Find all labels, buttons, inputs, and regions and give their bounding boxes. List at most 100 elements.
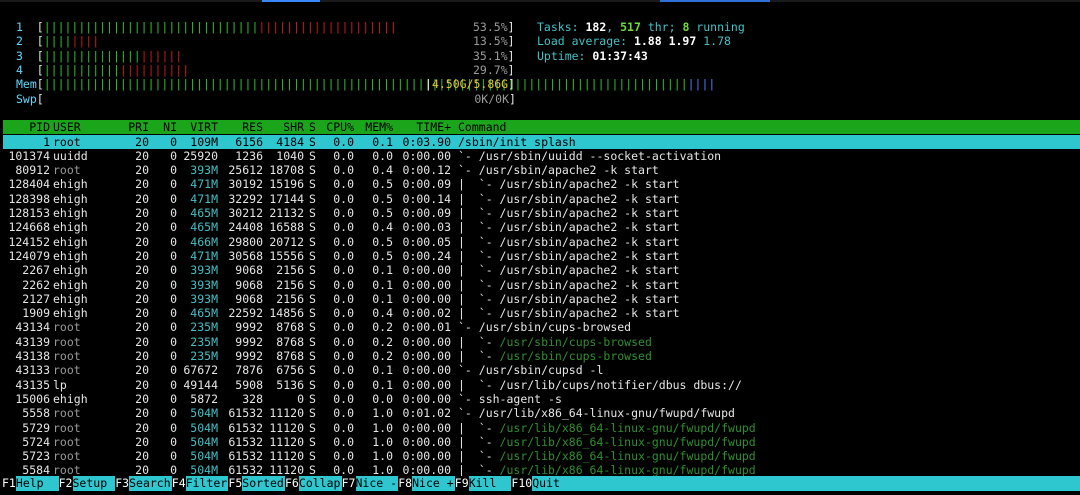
process-row[interactable]: 128404 ehigh 20 0 471M 30192 15196 S 0.0 0.5 0:00.… — [3, 177, 1080, 191]
command-text: /usr/sbin/apache2 -k start — [499, 191, 680, 206]
fkey-f4[interactable]: F4 — [171, 476, 186, 491]
process-pid: 43138 — [15, 349, 50, 363]
col-shr[interactable]: SHR — [283, 120, 304, 134]
process-row[interactable]: 2127 ehigh 20 0 393M 9068 2156 S 0.0 0.1 0:00.00 | … — [3, 292, 1080, 306]
process-user: ehigh — [53, 391, 88, 406]
process-pri: 20 — [135, 163, 149, 178]
process-row[interactable]: 1 root 20 0 109M 6156 4184 S 0.0 0.1 0:03.90/sbin/… — [3, 134, 1080, 149]
col-cpu[interactable]: CPU% — [326, 120, 354, 134]
process-row[interactable]: 43135 lp 20 0 49144 5908 5136 S 0.0 0.1 0:00.00 | `… — [3, 378, 1080, 392]
process-command: | `- /usr/lib/cups/notifier/dbus dbus:// — [458, 378, 742, 392]
process-row[interactable]: 101374 uuidd 20 0 25920 1236 1040 S 0.0 0.0 0:00.0… — [3, 149, 1080, 163]
fkey-f10-label[interactable]: Quit — [532, 476, 1080, 491]
process-pri: 20 — [135, 306, 149, 321]
process-user: ehigh — [53, 220, 88, 235]
process-res: 32292 — [228, 191, 263, 206]
process-row[interactable]: 43139 root 20 0 235M 9992 8768 S 0.0 0.2 0:00.00 | … — [3, 335, 1080, 349]
fkey-f4-label[interactable]: Filter — [185, 476, 229, 491]
process-row[interactable]: 5724 root 20 0 504M 61532 11120 S 0.0 1.0 0:00.00 |… — [3, 435, 1080, 449]
process-s: S — [309, 320, 316, 335]
fkey-f9[interactable]: F9 — [454, 476, 469, 491]
fkey-f1-label[interactable]: Help — [15, 476, 59, 491]
process-row[interactable]: 5723 root 20 0 504M 61532 11120 S 0.0 1.0 0:00.00 |… — [3, 449, 1080, 463]
fkey-f8[interactable]: F8 — [398, 476, 413, 491]
col-pri[interactable]: PRI — [128, 120, 149, 134]
process-shr: 16588 — [269, 220, 304, 235]
process-user: lp — [53, 377, 67, 392]
process-ni: 0 — [170, 277, 177, 292]
process-s: S — [309, 434, 316, 449]
fkey-f2[interactable]: F2 — [58, 476, 73, 491]
process-user: ehigh — [53, 177, 88, 192]
process-virt: 466M — [190, 234, 218, 249]
fkey-f5-label[interactable]: Sorted — [242, 476, 285, 491]
fkey-f3[interactable]: F3 — [115, 476, 130, 491]
process-row[interactable]: 2267 ehigh 20 0 393M 9068 2156 S 0.0 0.1 0:00.00 | … — [3, 263, 1080, 277]
process-shr: 8768 — [276, 349, 304, 363]
process-row[interactable]: 15006 ehigh 20 0 5872 328 0 S 0.0 0.0 0:00.00 `- ss… — [3, 392, 1080, 406]
process-time: 0:00.00 — [402, 391, 451, 406]
col-virt[interactable]: VIRT — [190, 120, 218, 134]
fkey-f7-label[interactable]: Nice - — [355, 476, 399, 491]
col-time[interactable]: TIME+ — [416, 120, 451, 134]
process-mem: 0.2 — [372, 349, 393, 363]
process-row[interactable]: 124152 ehigh 20 0 466M 29800 20712 S 0.0 0.5 0:00.… — [3, 235, 1080, 249]
process-pid: 1909 — [22, 306, 50, 321]
col-mem[interactable]: MEM% — [365, 120, 393, 134]
col-state[interactable]: S — [309, 120, 316, 134]
col-pid[interactable]: PID — [29, 120, 50, 134]
col-res[interactable]: RES — [242, 120, 263, 134]
process-ni: 0 — [170, 391, 177, 406]
fkey-f1[interactable]: F1 — [2, 476, 16, 491]
process-row[interactable]: 43138 root 20 0 235M 9992 8768 S 0.0 0.2 0:00.00 | … — [3, 349, 1080, 363]
process-shr: 18708 — [269, 163, 304, 178]
process-row[interactable]: 43134 root 20 0 235M 9992 8768 S 0.0 0.2 0:00.01 `-… — [3, 320, 1080, 334]
command-text: /usr/sbin/apache2 -k start — [499, 234, 680, 249]
process-cpu: 0.0 — [333, 306, 354, 321]
process-row[interactable]: 124668 ehigh 20 0 465M 24408 16588 S 0.0 0.4 0:00.… — [3, 220, 1080, 234]
col-ni[interactable]: NI — [163, 120, 177, 134]
process-pid: 15006 — [15, 391, 50, 406]
process-row[interactable]: 43133 root 20 0 67672 7876 6756 S 0.0 0.1 0:00.00 `… — [3, 363, 1080, 377]
fkey-f2-label[interactable]: Setup — [72, 476, 116, 491]
process-row[interactable]: 2262 ehigh 20 0 393M 9068 2156 S 0.0 0.1 0:00.00 | … — [3, 278, 1080, 292]
command-text: /usr/sbin/apache2 -k start — [499, 277, 680, 292]
col-user[interactable]: USER — [53, 120, 81, 134]
process-res: 9992 — [235, 334, 263, 349]
process-row[interactable]: 80912 root 20 0 393M 25612 18708 S 0.0 0.4 0:00.12… — [3, 163, 1080, 177]
process-virt: 465M — [190, 306, 218, 321]
mem-usage: |4.50G/5.86G] — [425, 77, 516, 92]
function-key-bar: F1 Help F2 Setup F3 Search F4 Filter F5 Sorted F6 C… — [0, 476, 1080, 491]
fkey-f9-label[interactable]: Kill — [468, 476, 512, 491]
fkey-f3-label[interactable]: Search — [129, 476, 172, 491]
process-time: 0:00.03 — [402, 220, 451, 235]
process-time: 0:00.00 — [402, 291, 451, 306]
process-cpu: 0.0 — [333, 349, 354, 363]
process-row[interactable]: 1909 ehigh 20 0 465M 22592 14856 S 0.0 0.4 0:00.02… — [3, 306, 1080, 320]
process-row[interactable]: 5558 root 20 0 504M 61532 11120 S 0.0 1.0 0:01.02 `… — [3, 406, 1080, 420]
fkey-f7[interactable]: F7 — [341, 476, 356, 491]
process-row[interactable]: 124079 ehigh 20 0 471M 30568 15556 S 0.0 0.5 0:00.… — [3, 249, 1080, 263]
process-cpu: 0.0 — [333, 334, 354, 349]
process-virt: 393M — [190, 277, 218, 292]
fkey-f6-label[interactable]: Collap — [298, 476, 342, 491]
tree-branch: | `- — [458, 449, 500, 464]
process-pri: 20 — [135, 406, 149, 421]
process-row[interactable]: 128398 ehigh 20 0 471M 32292 17144 S 0.0 0.5 0:00.… — [3, 192, 1080, 206]
process-command: `- /usr/sbin/cups-browsed — [458, 320, 631, 334]
fkey-f5[interactable]: F5 — [228, 476, 243, 491]
command-text: /usr/sbin/cups-browsed — [499, 349, 652, 363]
process-user: root — [53, 320, 81, 335]
col-command[interactable]: Command — [458, 120, 506, 134]
process-ni: 0 — [170, 320, 177, 335]
fkey-f8-label[interactable]: Nice + — [412, 476, 455, 491]
process-pri: 20 — [135, 320, 149, 335]
process-row[interactable]: 5729 root 20 0 504M 61532 11120 S 0.0 1.0 0:00.00 |… — [3, 421, 1080, 435]
process-row[interactable]: 128153 ehigh 20 0 465M 30212 21132 S 0.0 0.5 0:00.… — [3, 206, 1080, 220]
fkey-f10[interactable]: F10 — [511, 476, 533, 491]
process-table-header[interactable]: PID USER PRI NI VIRT RES SHR S CPU% MEM%… — [3, 120, 1080, 134]
process-virt: 49144 — [183, 377, 218, 392]
process-time: 0:00.24 — [402, 248, 451, 263]
command-text: /usr/sbin/apache2 -k start — [499, 177, 680, 192]
fkey-f6[interactable]: F6 — [285, 476, 299, 491]
